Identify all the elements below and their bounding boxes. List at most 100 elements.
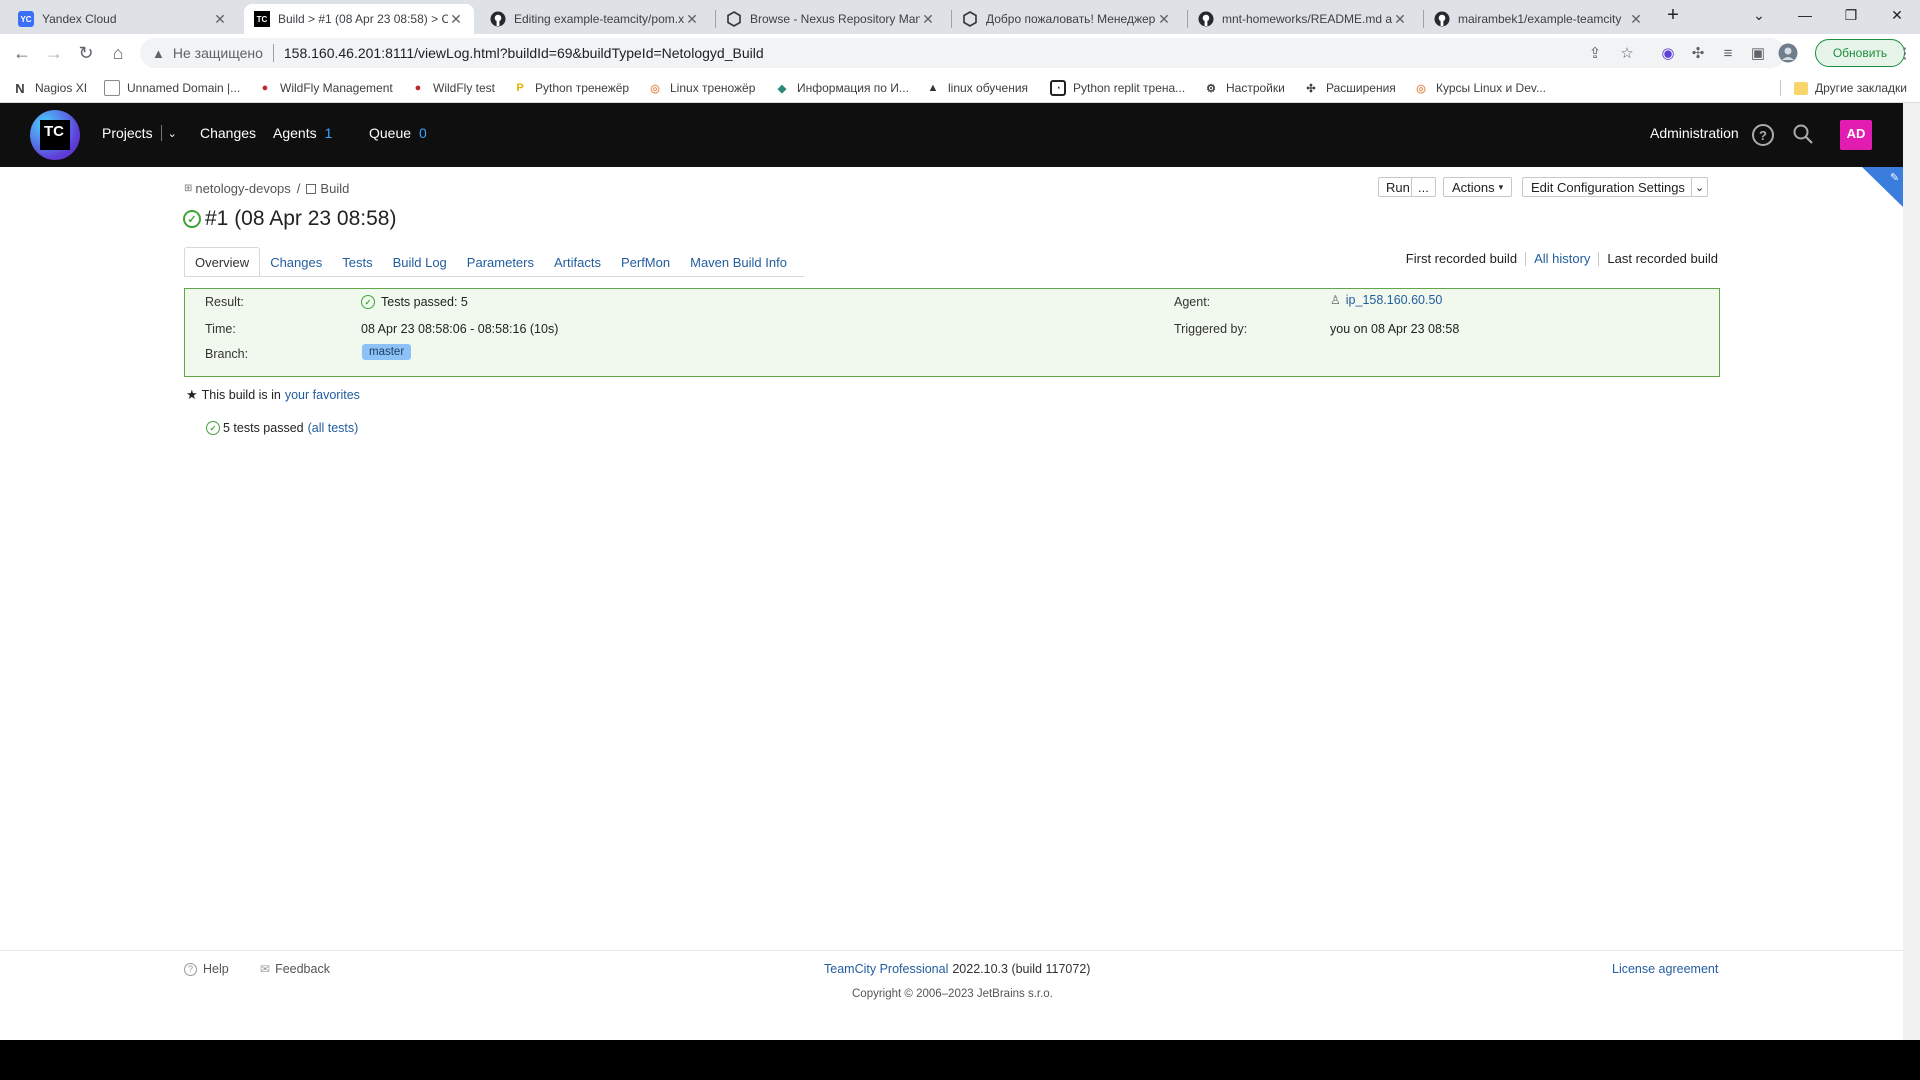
- bookmark-item[interactable]: ◎ Linux треножёр: [647, 78, 755, 98]
- bookmark-item[interactable]: ◎ Курсы Linux и Dev...: [1413, 78, 1546, 98]
- teamcity-header: TC Projects ⌄ Changes Agents 1 Queue 0 A…: [0, 103, 1903, 167]
- run-options-button[interactable]: ...: [1411, 177, 1436, 197]
- agent-value: ♙ ip_158.160.60.50: [1330, 293, 1442, 307]
- feedback-link[interactable]: ✉ Feedback: [260, 962, 330, 976]
- update-button[interactable]: Обновить: [1815, 39, 1905, 67]
- search-icon[interactable]: [1792, 123, 1814, 148]
- chevron-down-icon[interactable]: ⌄: [168, 127, 177, 140]
- tab-perfmon[interactable]: PerfMon: [611, 247, 680, 277]
- project-grid-icon: ⊞: [184, 183, 193, 194]
- url-text[interactable]: 158.160.46.201:8111/viewLog.html?buildId…: [284, 45, 764, 61]
- extensions-puzzle-icon[interactable]: ✣: [1688, 43, 1708, 63]
- browser-tab[interactable]: YC Yandex Cloud ✕: [8, 4, 238, 34]
- bookmark-item[interactable]: P Python тренежёр: [512, 78, 629, 98]
- close-icon[interactable]: ✕: [684, 11, 700, 28]
- history-nav: First recorded build All history Last re…: [1406, 251, 1718, 266]
- browser-tab-active[interactable]: TC Build > #1 (08 Apr 23 08:58) > C ✕: [244, 4, 474, 34]
- edit-ribbon-icon[interactable]: ✎: [1862, 167, 1903, 210]
- page-scrollbar[interactable]: [1903, 103, 1920, 1040]
- first-recorded-build: First recorded build: [1405, 251, 1518, 266]
- share-icon[interactable]: ⇪: [1585, 43, 1605, 63]
- extension-icon[interactable]: ◉: [1658, 43, 1678, 63]
- browser-tab[interactable]: mnt-homeworks/README.md at ✕: [1188, 4, 1418, 34]
- license-agreement-link[interactable]: License agreement: [1612, 962, 1718, 976]
- nav-queue[interactable]: Queue 0: [369, 125, 427, 141]
- tab-changes[interactable]: Changes: [260, 247, 332, 277]
- address-bar[interactable]: ▲ Не защищено 158.160.46.201:8111/viewLo…: [140, 38, 1785, 68]
- chevron-down-icon[interactable]: ⌄: [1690, 178, 1707, 196]
- edit-settings-label: Edit Configuration Settings: [1531, 179, 1685, 195]
- bookmark-item[interactable]: ✣ Расширения: [1303, 78, 1396, 98]
- close-window-icon[interactable]: ✕: [1874, 0, 1920, 30]
- nav-administration[interactable]: Administration: [1650, 125, 1739, 141]
- actions-dropdown[interactable]: Actions ▾: [1443, 177, 1513, 197]
- security-label[interactable]: Не защищено: [173, 45, 263, 61]
- home-icon[interactable]: ⌂: [104, 39, 132, 67]
- breadcrumb-project[interactable]: netology-devops: [195, 181, 290, 196]
- tab-build-log[interactable]: Build Log: [383, 247, 457, 277]
- nav-agents[interactable]: Agents 1: [273, 125, 332, 141]
- product-link[interactable]: TeamCity Professional: [824, 962, 948, 976]
- browser-tab[interactable]: Browse - Nexus Repository Man ✕: [716, 4, 946, 34]
- breadcrumb-build-config[interactable]: Build: [320, 181, 349, 196]
- bookmark-item[interactable]: ◆ Информация по И...: [774, 78, 909, 98]
- bookmark-item[interactable]: ◔ Python replit трена...: [1050, 78, 1185, 98]
- browser-tab[interactable]: Editing example-teamcity/pom.x ✕: [480, 4, 710, 34]
- bookmark-item[interactable]: N Nagios XI: [12, 78, 87, 98]
- profile-avatar-icon[interactable]: [1778, 43, 1798, 63]
- wildfly-icon: ●: [414, 82, 422, 94]
- success-check-icon: ✓: [361, 295, 375, 309]
- nexus-icon: [726, 11, 742, 27]
- browser-toolbar: ← → ↻ ⌂ ▲ Не защищено 158.160.46.201:811…: [0, 34, 1920, 72]
- warning-icon[interactable]: ▲: [152, 46, 165, 61]
- all-history-link[interactable]: All history: [1534, 251, 1590, 266]
- close-icon[interactable]: ✕: [1392, 11, 1408, 28]
- tab-maven-build-info[interactable]: Maven Build Info: [680, 247, 797, 277]
- all-tests-link[interactable]: (all tests): [308, 421, 359, 435]
- browser-tab[interactable]: mairambek1/example-teamcity ✕: [1424, 4, 1654, 34]
- forward-icon[interactable]: →: [40, 39, 68, 67]
- help-link[interactable]: ? Help: [184, 962, 229, 976]
- bookmark-item[interactable]: ● WildFly test: [410, 78, 495, 98]
- feedback-label: Feedback: [275, 962, 330, 976]
- favorites-link[interactable]: your favorites: [285, 388, 360, 402]
- close-icon[interactable]: ✕: [1628, 11, 1644, 28]
- tab-search-icon[interactable]: ⌄: [1736, 0, 1782, 30]
- browser-tab[interactable]: Добро пожаловать! Менеджер ✕: [952, 4, 1182, 34]
- nav-changes[interactable]: Changes: [200, 125, 256, 141]
- side-panel-icon[interactable]: ▣: [1748, 43, 1768, 63]
- teamcity-logo[interactable]: TC: [30, 110, 80, 160]
- tab-overview[interactable]: Overview: [184, 247, 261, 277]
- back-icon[interactable]: ←: [8, 39, 36, 67]
- bookmark-item[interactable]: ● WildFly Management: [257, 78, 393, 98]
- tab-parameters[interactable]: Parameters: [457, 247, 544, 277]
- bookmark-item[interactable]: ▲ linux обучения: [925, 78, 1029, 98]
- user-avatar[interactable]: AD: [1840, 120, 1872, 150]
- tab-artifacts[interactable]: Artifacts: [544, 247, 611, 277]
- minimize-icon[interactable]: —: [1782, 0, 1828, 30]
- edit-configuration-button[interactable]: Edit Configuration Settings ⌄: [1522, 177, 1709, 197]
- close-icon[interactable]: ✕: [920, 11, 936, 28]
- close-icon[interactable]: ✕: [448, 11, 464, 28]
- new-tab-button[interactable]: +: [1660, 0, 1686, 30]
- star-icon[interactable]: ★: [186, 387, 198, 403]
- tab-tests[interactable]: Tests: [332, 247, 382, 277]
- reload-icon[interactable]: ↻: [72, 39, 100, 67]
- bookmark-star-icon[interactable]: ☆: [1617, 43, 1637, 63]
- nav-projects[interactable]: Projects ⌄: [102, 125, 177, 141]
- close-icon[interactable]: ✕: [212, 11, 228, 28]
- bookmark-label: Расширения: [1326, 81, 1396, 95]
- close-icon[interactable]: ✕: [1156, 11, 1172, 28]
- agent-link[interactable]: ip_158.160.60.50: [1346, 293, 1443, 307]
- bookmark-item[interactable]: ⚙ Настройки: [1203, 78, 1285, 98]
- bookmark-label: Python replit трена...: [1073, 81, 1186, 95]
- media-icon[interactable]: ≡: [1718, 43, 1738, 63]
- bookmark-item[interactable]: Unnamed Domain |...: [104, 78, 240, 98]
- bookmark-label: WildFly test: [433, 81, 496, 95]
- branch-badge[interactable]: master: [362, 344, 412, 360]
- help-icon[interactable]: ?: [1752, 124, 1774, 146]
- restore-icon[interactable]: ❐: [1828, 0, 1874, 30]
- other-bookmarks[interactable]: Другие закладки: [1794, 78, 1907, 98]
- help-icon: ?: [184, 962, 197, 976]
- menu-kebab-icon[interactable]: ⋮: [1895, 43, 1915, 63]
